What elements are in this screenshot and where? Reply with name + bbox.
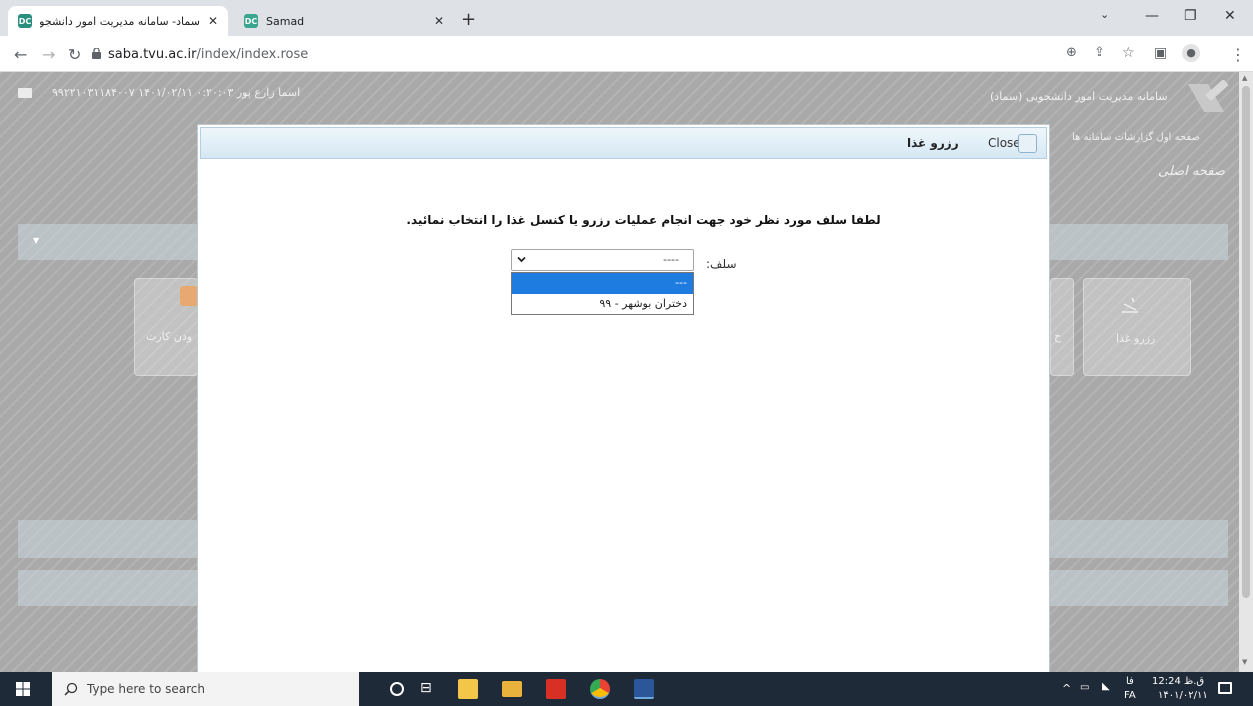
page-scrollbar[interactable]: ▲ ▼ xyxy=(1239,72,1253,672)
tray-chevron-icon[interactable]: ^ xyxy=(1062,682,1071,695)
samad-favicon-icon: DC xyxy=(244,14,258,28)
page-heading: صفحه اصلی xyxy=(1158,164,1225,179)
share-icon[interactable]: ⇪ xyxy=(1094,45,1105,60)
dropdown-option[interactable]: دختران بوشهر - ۹۹ xyxy=(512,294,693,315)
forward-button[interactable]: → xyxy=(42,45,55,64)
menu-kebab-icon[interactable]: ⋮ xyxy=(1230,45,1246,64)
bookmark-star-icon[interactable]: ☆ xyxy=(1122,45,1135,61)
samad-logo-icon xyxy=(1188,80,1228,112)
file-explorer-icon[interactable] xyxy=(502,681,522,697)
app-title: سامانه مدیریت امور دانشجویی (سماد) xyxy=(990,90,1168,103)
battery-icon[interactable]: ▭ xyxy=(1080,682,1089,693)
close-window-button[interactable]: ✕ xyxy=(1224,8,1236,24)
cafeteria-select[interactable]: ---- xyxy=(511,249,694,271)
page-overlay: اسما زارع پور ۰:۲۰:۰۳ ۱۴۰۱/۰۲/۱۱ ۹۹۲۲۱۰۳… xyxy=(0,72,1253,672)
modal-title: رزرو غذا xyxy=(907,136,959,150)
tab-search-icon[interactable]: ⌄ xyxy=(1100,8,1109,21)
lang-bottom[interactable]: FA xyxy=(1124,690,1136,701)
chevron-down-icon xyxy=(517,256,526,263)
clock-time[interactable]: 12:24 ق.ظ xyxy=(1152,676,1204,687)
wifi-icon[interactable]: ◣ xyxy=(1102,681,1110,692)
address-toolbar: ← → ↻ saba.tvu.ac.ir/index/index.rose ⊕ … xyxy=(0,36,1253,72)
tab-strip: DC سماد- سامانه مدیریت امور دانشجو ✕ DC … xyxy=(0,0,1253,36)
food-reserve-icon xyxy=(1122,297,1138,313)
card-left-label: ودن کارت xyxy=(146,330,193,343)
cafeteria-select-value: ---- xyxy=(663,253,679,266)
acrobat-icon[interactable] xyxy=(546,679,566,699)
cafeteria-label: سلف: xyxy=(706,257,737,271)
tab-close-icon[interactable]: ✕ xyxy=(434,14,444,28)
notifications-icon[interactable] xyxy=(1218,682,1232,694)
url-path: /index/index.rose xyxy=(196,47,309,62)
card-food-reserve[interactable] xyxy=(1083,278,1191,376)
windows-taskbar: Type here to search ⊟ ^ ▭ ◣ فا FA 12:24 … xyxy=(0,672,1253,706)
task-view-icon[interactable]: ⊟ xyxy=(420,680,440,700)
tab-title: Samad xyxy=(266,14,305,28)
tab-close-icon[interactable]: ✕ xyxy=(208,14,218,28)
windows-start-icon[interactable] xyxy=(16,682,30,696)
tab-title: سماد- سامانه مدیریت امور دانشجو xyxy=(40,14,200,28)
cafeteria-dropdown-list: --- دختران بوشهر - ۹۹ xyxy=(511,272,694,315)
side-panel-icon[interactable]: ▣ xyxy=(1154,45,1167,61)
clock-date[interactable]: ۱۴۰۱/۰۲/۱۱ xyxy=(1158,690,1208,701)
user-info: اسما زارع پور ۰:۲۰:۰۳ ۱۴۰۱/۰۲/۱۱ ۹۹۲۲۱۰۳… xyxy=(52,86,301,99)
samad-favicon-icon: DC xyxy=(18,14,32,28)
lang-top[interactable]: فا xyxy=(1126,676,1134,687)
lock-icon[interactable] xyxy=(92,48,101,59)
zoom-icon[interactable]: ⊕ xyxy=(1066,45,1077,60)
tab-samad-main[interactable]: DC سماد- سامانه مدیریت امور دانشجو ✕ xyxy=(8,6,228,36)
store-icon[interactable] xyxy=(458,679,478,699)
modal-header: رزرو غذا Close xyxy=(200,127,1047,159)
food-reserve-modal: رزرو غذا Close لطفا سلف مورد نظر خود جهت… xyxy=(197,124,1050,672)
new-tab-button[interactable]: + xyxy=(461,9,476,30)
card-food-reserve-label: رزرو غذا xyxy=(1116,332,1156,345)
back-button[interactable]: ← xyxy=(14,45,27,64)
cortana-icon[interactable] xyxy=(390,682,404,696)
url-host: saba.tvu.ac.ir xyxy=(108,47,197,62)
close-icon[interactable] xyxy=(1018,134,1037,153)
minimize-button[interactable]: — xyxy=(1145,8,1159,24)
reload-button[interactable]: ↻ xyxy=(68,45,81,64)
taskbar-search[interactable]: Type here to search xyxy=(52,672,359,706)
address-bar[interactable]: saba.tvu.ac.ir/index/index.rose xyxy=(108,47,308,62)
tab-samad[interactable]: DC Samad ✕ xyxy=(234,6,454,36)
mail-icon[interactable] xyxy=(18,88,32,98)
modal-instruction: لطفا سلف مورد نظر خود جهت انجام عملیات ر… xyxy=(406,213,881,227)
modal-close-button[interactable]: Close xyxy=(988,136,1021,150)
card-partial-label: خ xyxy=(1054,330,1062,343)
scroll-up-icon[interactable]: ▲ xyxy=(1242,74,1247,82)
search-icon xyxy=(64,682,78,696)
word-icon[interactable] xyxy=(634,679,654,699)
section-collapse-icon[interactable]: ▼ xyxy=(33,236,39,245)
scrollbar-thumb[interactable] xyxy=(1242,86,1250,598)
dropdown-option[interactable]: --- xyxy=(512,273,693,294)
chrome-icon[interactable] xyxy=(590,679,610,699)
search-placeholder: Type here to search xyxy=(87,682,205,696)
card-left-icon xyxy=(180,286,198,306)
profile-avatar-icon[interactable]: ● xyxy=(1182,44,1200,62)
breadcrumb[interactable]: صفحه اول گزارشات سامانه ها xyxy=(1072,132,1200,143)
restore-button[interactable]: ❐ xyxy=(1184,8,1197,24)
scroll-down-icon[interactable]: ▼ xyxy=(1242,658,1247,666)
card-partial[interactable] xyxy=(1050,278,1074,376)
